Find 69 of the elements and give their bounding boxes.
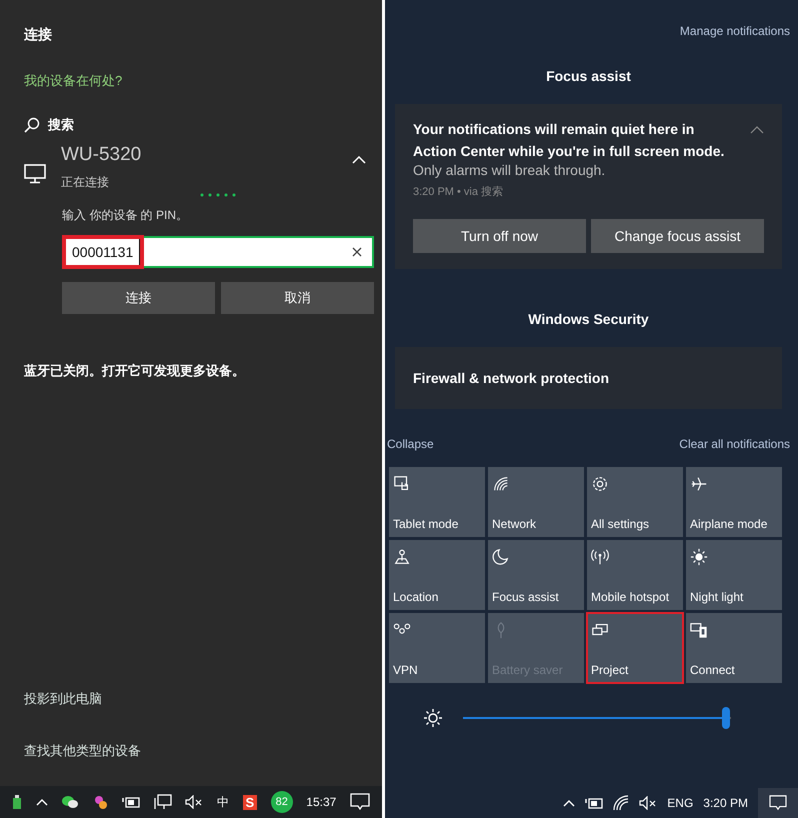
devices-icon <box>690 621 708 639</box>
notification-button[interactable]: Turn off now <box>413 219 586 253</box>
monitor-icon[interactable] <box>154 794 172 810</box>
app-logo[interactable]: S <box>242 794 258 810</box>
wifi-icon[interactable] <box>613 795 630 811</box>
clear-all-link[interactable]: Clear all notifications <box>679 437 790 451</box>
brightness-icon <box>423 708 443 728</box>
tablet-icon <box>393 475 411 493</box>
hotspot-icon <box>591 548 609 566</box>
group-header: Windows Security <box>528 311 649 327</box>
colorful-app-icon[interactable] <box>92 794 109 810</box>
muted-speaker-icon[interactable] <box>639 796 658 810</box>
monitor-icon <box>24 164 46 184</box>
quick-action-tile[interactable]: Night light <box>686 540 782 610</box>
bluetooth-message: 蓝牙已关闭。打开它可发现更多设备。 <box>24 362 246 380</box>
settings-link[interactable]: 投影到此电脑 <box>24 690 102 708</box>
brightness-slider[interactable] <box>463 707 731 729</box>
dialog-button[interactable]: 取消 <box>221 282 374 314</box>
quick-action-tile[interactable]: Location <box>389 540 485 610</box>
notification-button[interactable]: Change focus assist <box>591 219 764 253</box>
quick-action-tile[interactable]: All settings <box>587 467 683 537</box>
notification-button[interactable] <box>758 788 798 818</box>
slider-thumb[interactable] <box>722 707 730 729</box>
collapse-link[interactable]: Collapse <box>387 437 434 451</box>
device-status: 正在连接 <box>61 174 110 191</box>
network-icon <box>492 475 510 493</box>
quick-action-tile[interactable]: VPN <box>389 613 485 683</box>
quick-action-tile[interactable]: Connect <box>686 613 782 683</box>
quick-action-tile[interactable]: Mobile hotspot <box>587 540 683 610</box>
taskbar-clock[interactable]: 3:20 PM <box>703 796 748 810</box>
notification-icon[interactable] <box>350 793 370 811</box>
pin-prompt: 输入 你的设备 的 PIN。 <box>62 207 190 224</box>
notification-title: Firewall & network protection <box>413 369 610 388</box>
quick-action-tile[interactable]: Airplane mode <box>686 467 782 537</box>
battery-icon[interactable] <box>585 797 604 809</box>
usb-icon[interactable] <box>12 794 22 810</box>
input-method-indicator[interactable]: 中 <box>216 794 229 810</box>
muted-speaker-icon[interactable] <box>185 795 204 809</box>
person-pin-icon <box>393 548 411 566</box>
settings-icon <box>591 475 609 493</box>
manage-notifications-link[interactable]: Manage notifications <box>680 24 790 38</box>
settings-link[interactable]: 查找其他类型的设备 <box>24 742 141 760</box>
pin-input-field[interactable]: 00001131 <box>62 236 374 268</box>
quick-action-tile[interactable]: Focus assist <box>488 540 584 610</box>
notification-body: Only alarms will break through. <box>413 162 606 178</box>
quick-action-tile[interactable]: Tablet mode <box>389 467 485 537</box>
group-header: Focus assist <box>546 68 631 84</box>
panel-title: 连接 <box>24 26 53 44</box>
notification-card[interactable]: Your notifications will remain quiet here in Action Center while you're in full screen mode. Only alarms will break through. 3:20 PM • via 搜索 Turn off now Change focus assist <box>395 104 782 269</box>
progress-dots <box>200 193 236 197</box>
device-name: WU-5320 <box>61 144 142 166</box>
chat-bubbles-icon[interactable] <box>61 795 80 809</box>
notification-meta: 3:20 PM • via 搜索 <box>413 184 504 199</box>
where-link[interactable]: 我的设备在何处? <box>24 72 122 90</box>
quick-action-tile[interactable]: Network <box>488 467 584 537</box>
taskbar-clock[interactable]: 15:37 <box>306 795 336 809</box>
quick-action-tile[interactable]: Project <box>587 613 683 683</box>
airplane-icon <box>690 475 708 493</box>
search-icon <box>24 117 40 133</box>
battery-icon[interactable] <box>122 796 140 808</box>
notification-title: Your notifications will remain quiet here in Action Center while you're in full screen mode. <box>413 120 725 161</box>
notification-card[interactable]: Firewall & network protection <box>395 347 782 409</box>
clear-icon[interactable] <box>352 247 362 257</box>
dialog-button[interactable]: 连接 <box>62 282 215 314</box>
notification-icon <box>769 795 787 811</box>
sun-icon <box>690 548 708 566</box>
search-label[interactable]: 搜索 <box>48 116 74 134</box>
moon-icon <box>492 548 510 566</box>
language-indicator[interactable]: ENG <box>667 796 694 810</box>
